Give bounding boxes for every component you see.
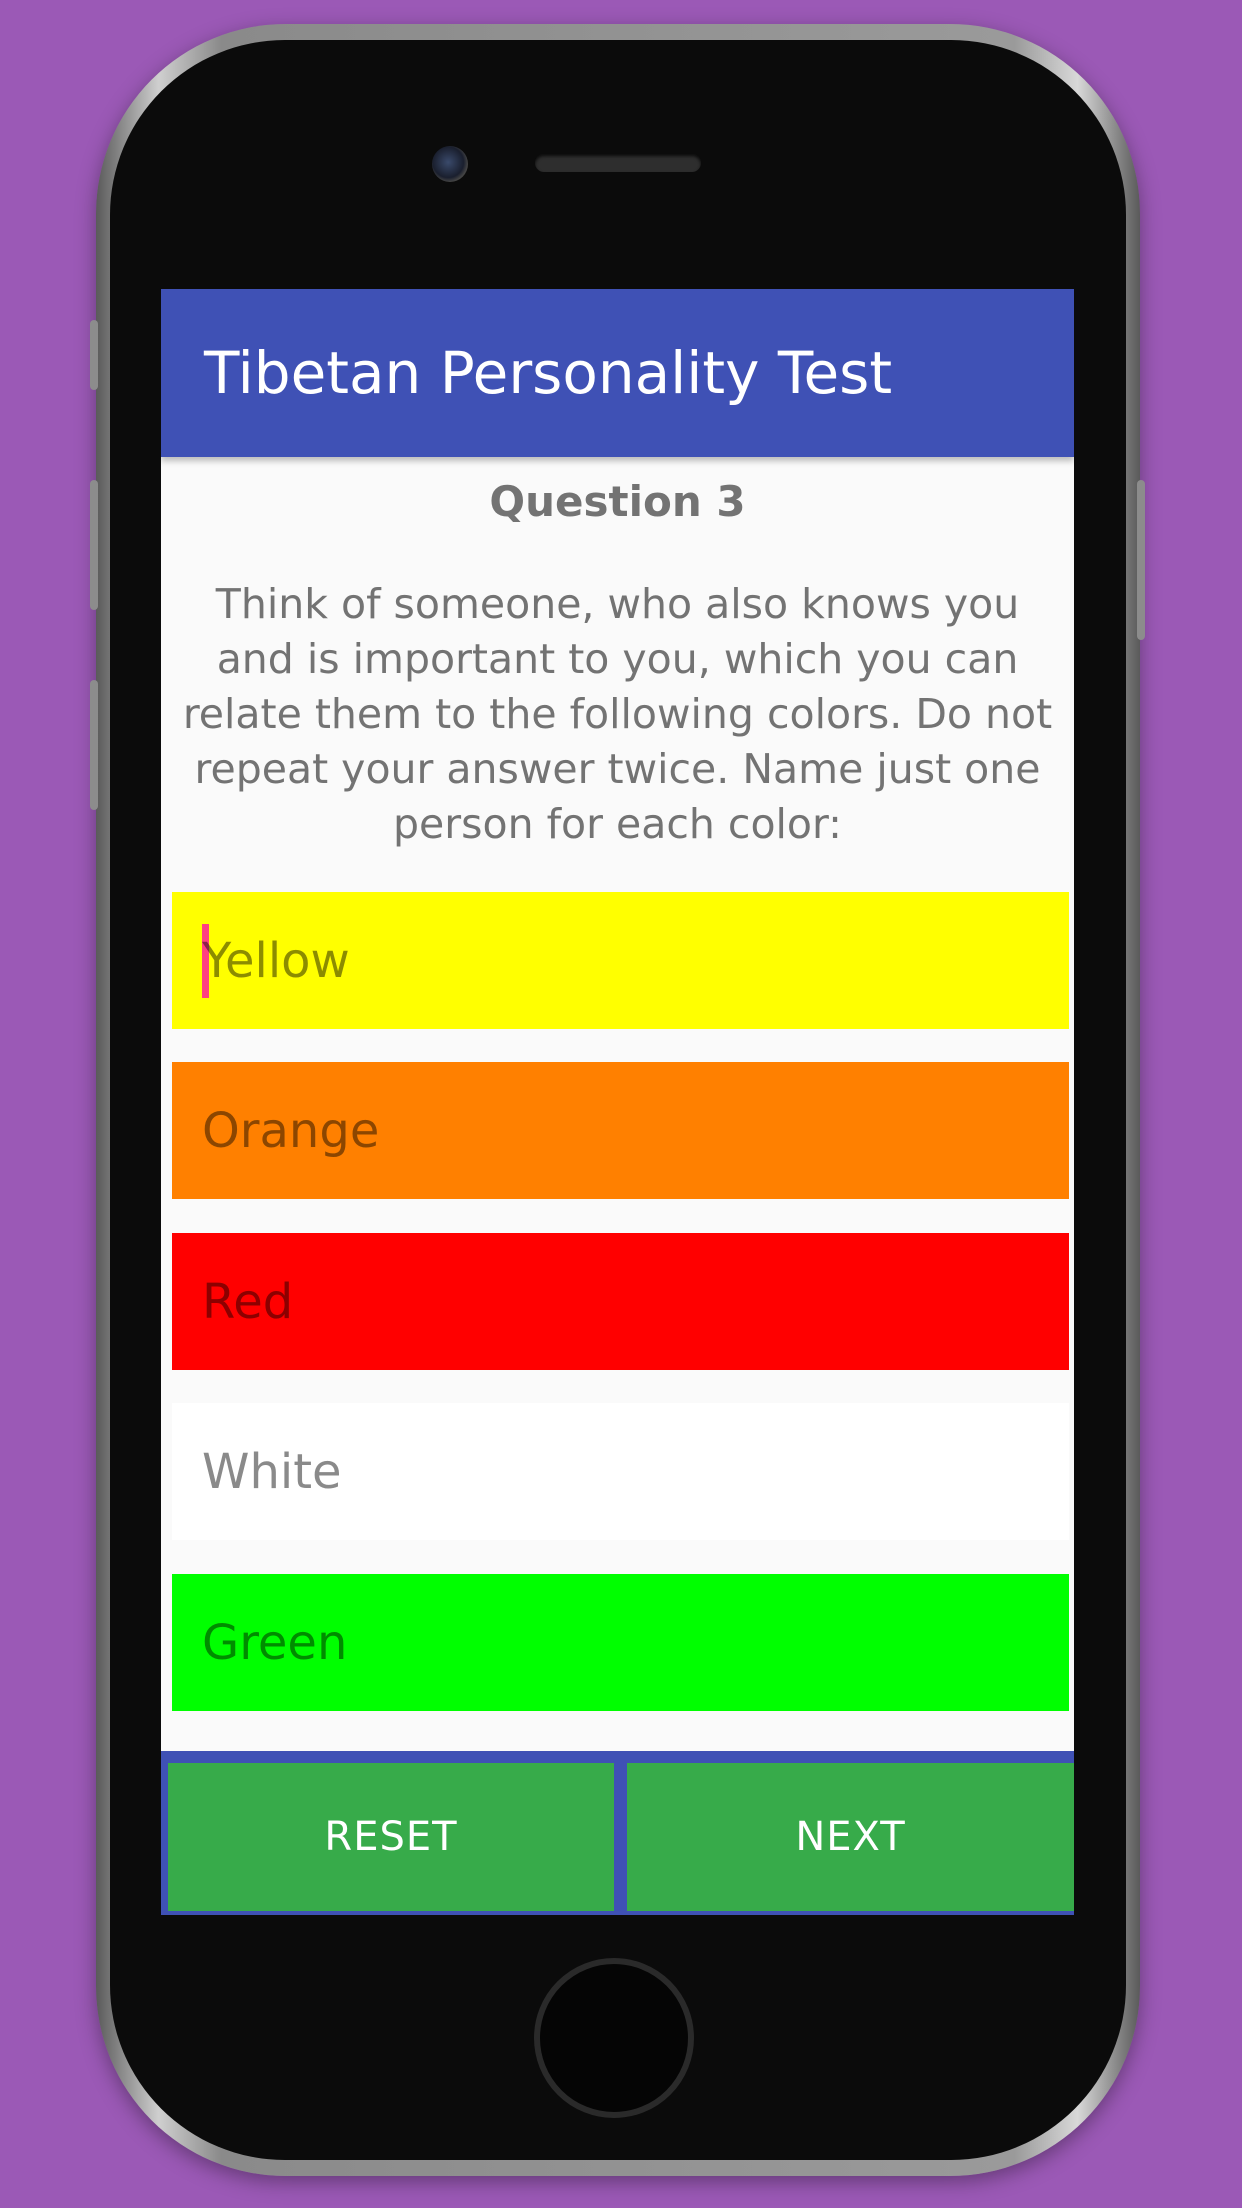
front-camera <box>432 146 468 182</box>
reset-button[interactable]: RESET <box>168 1763 614 1911</box>
yellow-name-input[interactable]: Yellow <box>172 892 1069 1029</box>
white-name-input[interactable]: White <box>172 1403 1069 1540</box>
next-button-label: NEXT <box>795 1814 906 1860</box>
green-input-placeholder: Green <box>202 1614 348 1671</box>
red-input-placeholder: Red <box>202 1273 294 1330</box>
question-text: Think of someone, who also knows you and… <box>182 580 1053 848</box>
app-bar: Tibetan Personality Test <box>161 289 1074 457</box>
green-name-input[interactable]: Green <box>172 1574 1069 1711</box>
yellow-input-placeholder: Yellow <box>202 932 350 989</box>
volume-up-button <box>90 480 98 610</box>
orange-input-placeholder: Orange <box>202 1102 380 1159</box>
home-button[interactable] <box>534 1958 694 2118</box>
bottom-button-bar: RESET NEXT <box>161 1751 1074 1915</box>
mute-switch <box>90 320 98 390</box>
power-button <box>1137 480 1145 640</box>
earpiece-speaker <box>535 154 701 172</box>
next-button[interactable]: NEXT <box>627 1763 1074 1911</box>
white-input-placeholder: White <box>202 1443 342 1500</box>
volume-down-button <box>90 680 98 810</box>
app-screen: Tibetan Personality Test Question 3 Thin… <box>161 289 1074 1915</box>
app-title: Tibetan Personality Test <box>204 339 893 407</box>
question-number: Question 3 <box>489 477 746 526</box>
orange-name-input[interactable]: Orange <box>172 1062 1069 1199</box>
reset-button-label: RESET <box>324 1814 458 1860</box>
red-name-input[interactable]: Red <box>172 1233 1069 1370</box>
